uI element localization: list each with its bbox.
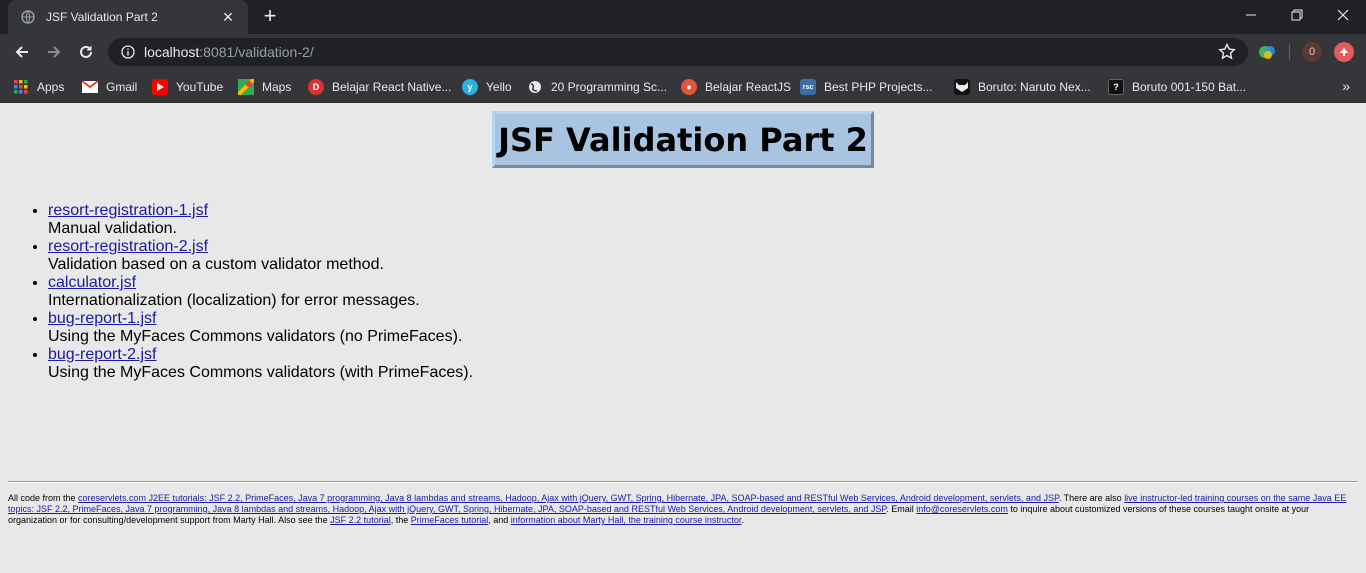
footer-link-email[interactable]: info@coreservlets.com (916, 504, 1008, 514)
restore-icon[interactable] (1274, 0, 1320, 30)
bookmark-label: Belajar ReactJS (705, 80, 792, 94)
list-item: resort-registration-1.jsf Manual validat… (48, 202, 473, 238)
bookmarks-bar: Apps Gmail YouTube Maps D Belajar React … (0, 70, 1366, 103)
profile-avatar[interactable] (1334, 42, 1354, 62)
close-window-icon[interactable] (1320, 0, 1366, 30)
site-icon: ? (1108, 79, 1124, 95)
new-tab-button[interactable]: + (258, 4, 282, 28)
site-icon: ● (681, 79, 697, 95)
bookmark-label: Apps (37, 80, 65, 94)
more-bookmarks-icon[interactable]: » (1342, 78, 1350, 94)
list-item: calculator.jsf Internationalization (loc… (48, 274, 473, 310)
maps-icon (238, 79, 254, 95)
bookmark-star-icon[interactable] (1218, 42, 1236, 61)
site-icon: rsc (800, 79, 816, 95)
back-arrow-icon[interactable] (8, 38, 36, 66)
address-bar[interactable]: localhost:8081/validation-2/ (108, 38, 1248, 66)
extension-badge[interactable]: 0 (1302, 42, 1322, 62)
page-title: JSF Validation Part 2 (498, 120, 868, 159)
forward-arrow-icon[interactable] (40, 38, 68, 66)
bookmark-youtube[interactable]: YouTube (152, 77, 223, 97)
bookmark-maps[interactable]: Maps (238, 77, 291, 97)
bookmark-label: Maps (262, 80, 292, 94)
list-item: resort-registration-2.jsf Validation bas… (48, 238, 473, 274)
bookmark-label: YouTube (176, 80, 224, 94)
footer-divider (8, 481, 1358, 483)
page-link[interactable]: calculator.jsf (48, 274, 136, 291)
gmail-icon (82, 79, 98, 95)
page-description: Validation based on a custom validator m… (48, 256, 384, 273)
url-text: localhost:8081/validation-2/ (144, 44, 314, 60)
bookmark-boruto-naruto[interactable]: Boruto: Naruto Nex... (954, 77, 1091, 97)
bookmark-belajar-reactjs[interactable]: ● Belajar ReactJS (681, 77, 791, 97)
page-description: Internationalization (localization) for … (48, 292, 420, 309)
minimize-icon[interactable] (1228, 0, 1274, 30)
bookmark-label: Belajar React Native... (332, 80, 452, 94)
globe-icon (20, 9, 36, 25)
footer-link-jsf-tutorial[interactable]: JSF 2.2 tutorial (330, 515, 391, 525)
footer-link-tutorials[interactable]: coreservlets.com J2EE tutorials: JSF 2.2… (78, 493, 1059, 503)
active-tab[interactable]: JSF Validation Part 2 × (8, 0, 248, 34)
page-link[interactable]: resort-registration-2.jsf (48, 238, 208, 255)
page-link[interactable]: bug-report-2.jsf (48, 346, 157, 363)
footer-text-part: All code from the (8, 493, 79, 503)
apps-grid-icon (13, 79, 29, 95)
list-item: bug-report-1.jsf Using the MyFaces Commo… (48, 310, 473, 346)
reload-icon[interactable] (72, 38, 100, 66)
site-icon: D (308, 79, 324, 95)
youtube-icon (152, 79, 168, 95)
page-link[interactable]: resort-registration-1.jsf (48, 202, 208, 219)
bookmark-label: 20 Programming Sc... (551, 80, 668, 94)
footer-text-part: , the (390, 515, 411, 525)
page-title-box: JSF Validation Part 2 (492, 111, 874, 168)
footer-text-part: , and (488, 515, 511, 525)
footer-text-part: . There are also (1058, 493, 1125, 503)
page-link[interactable]: bug-report-1.jsf (48, 310, 157, 327)
page-content: JSF Validation Part 2 resort-registratio… (0, 103, 1366, 573)
bookmark-label: Boruto: Naruto Nex... (978, 80, 1091, 94)
footer-text-part: . Email (886, 504, 917, 514)
footer-link-primefaces-tutorial[interactable]: PrimeFaces tutorial (411, 515, 489, 525)
bookmark-apps[interactable]: Apps (13, 77, 64, 97)
close-tab-icon[interactable]: × (220, 8, 236, 26)
window-controls (1228, 0, 1366, 30)
site-icon (954, 79, 970, 95)
bookmark-label: Best PHP Projects... (824, 80, 933, 94)
bookmark-belajar-react-native[interactable]: D Belajar React Native... (308, 77, 451, 97)
page-description: Manual validation. (48, 220, 177, 237)
site-icon: y (462, 79, 478, 95)
bookmark-label: Yello (486, 80, 512, 94)
bookmark-boruto-001-150[interactable]: ? Boruto 001-150 Bat... (1108, 77, 1246, 97)
site-info-icon[interactable] (120, 44, 136, 60)
page-description: Using the MyFaces Commons validators (no… (48, 328, 463, 345)
footer-link-marty-hall[interactable]: information about Marty Hall, the traini… (511, 515, 742, 525)
footer-text: All code from the coreservlets.com J2EE … (8, 493, 1358, 526)
bookmark-gmail[interactable]: Gmail (82, 77, 137, 97)
tab-strip: JSF Validation Part 2 × + (0, 0, 1366, 34)
toolbar-divider (1289, 44, 1290, 60)
bookmark-label: Boruto 001-150 Bat... (1132, 80, 1247, 94)
page-description: Using the MyFaces Commons validators (wi… (48, 364, 474, 381)
bookmark-yello[interactable]: y Yello (462, 77, 512, 97)
bookmark-label: Gmail (106, 80, 138, 94)
bookmark-20-programming[interactable]: 20 Programming Sc... (527, 77, 667, 97)
globe-icon (527, 79, 543, 95)
url-host: localhost (144, 44, 200, 60)
extension-icon[interactable] (1257, 42, 1277, 62)
url-path: :8081/validation-2/ (199, 44, 314, 60)
footer-text-part: . (741, 515, 744, 525)
bookmark-best-php-projects[interactable]: rsc Best PHP Projects... (800, 77, 933, 97)
tab-title: JSF Validation Part 2 (46, 10, 158, 24)
list-item: bug-report-2.jsf Using the MyFaces Commo… (48, 346, 473, 382)
page-list: resort-registration-1.jsf Manual validat… (48, 202, 473, 382)
